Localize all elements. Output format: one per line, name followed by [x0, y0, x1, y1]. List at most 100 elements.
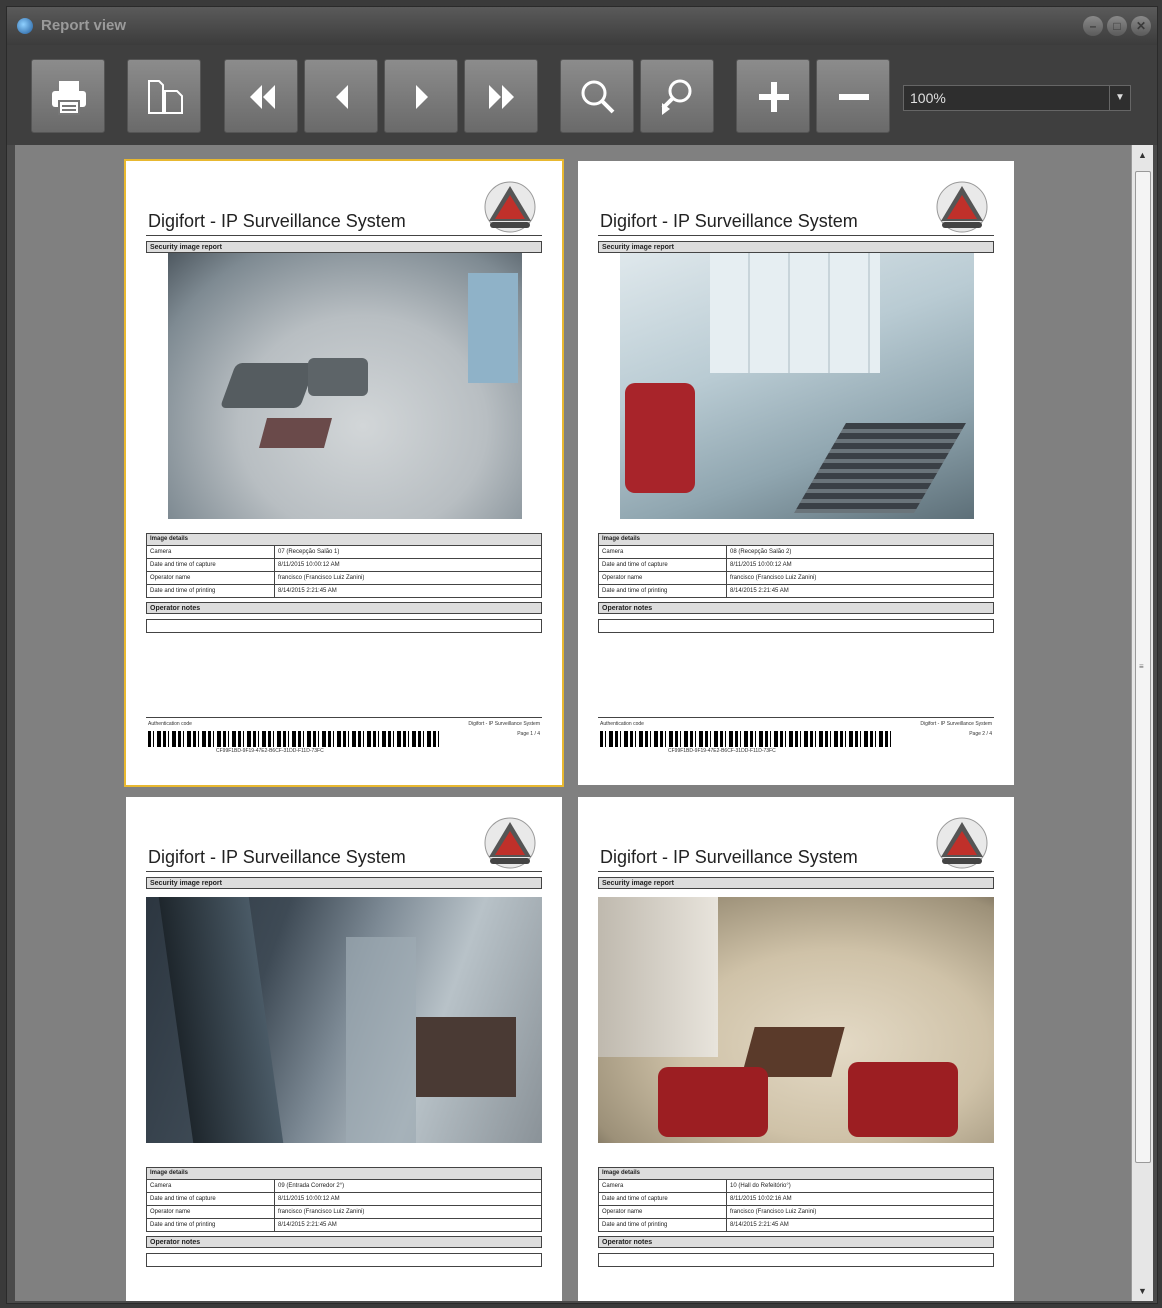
footer-divider [146, 717, 542, 718]
operator-label: Operator name [147, 1206, 275, 1218]
operator-notes-box [598, 1253, 994, 1267]
page-number: Page 2 / 4 [969, 731, 992, 737]
chevron-down-icon[interactable]: ▼ [1109, 86, 1130, 110]
operator-label: Operator name [599, 572, 727, 584]
camera-value: 07 (Recepção Salão 1) [278, 549, 340, 555]
scroll-down-arrow-icon[interactable]: ▼ [1132, 1281, 1153, 1301]
close-button[interactable]: ✕ [1131, 16, 1151, 36]
footer-auth-label: Authentication code [148, 721, 192, 727]
camera-label: Camera [599, 546, 727, 558]
barcode-text: CF99F1BD-9F19-47E2-B6CF-31DD-F11D-73FC [668, 748, 776, 754]
grip-icon: ≡ [1139, 662, 1144, 671]
report-page[interactable]: Digifort - IP Surveillance System Securi… [124, 159, 564, 787]
capture-label: Date and time of capture [147, 1193, 275, 1205]
report-preview-area[interactable]: Digifort - IP Surveillance System Securi… [15, 145, 1131, 1301]
section-title: Security image report [146, 877, 542, 889]
next-page-icon [416, 85, 428, 109]
printer-icon [52, 81, 86, 115]
previous-page-icon [336, 85, 348, 109]
magnifier-next-icon [661, 79, 692, 115]
plus-icon [759, 82, 789, 112]
printing-label: Date and time of printing [599, 1219, 727, 1231]
camera-value: 08 (Recepção Salão 2) [730, 549, 792, 555]
last-page-button[interactable] [464, 59, 538, 133]
printing-label: Date and time of printing [147, 1219, 275, 1231]
report-page[interactable]: Digifort - IP Surveillance System Securi… [126, 797, 562, 1301]
camera-image [146, 897, 542, 1143]
capture-label: Date and time of capture [599, 559, 727, 571]
maximize-button[interactable]: □ [1107, 16, 1127, 36]
barcode [600, 731, 894, 747]
camera-value: 10 (Hall do Refeitório°) [730, 1183, 791, 1189]
capture-label: Date and time of capture [147, 559, 275, 571]
vertical-scrollbar[interactable]: ▲ ≡ ▼ [1131, 145, 1153, 1301]
zoom-out-button[interactable] [816, 59, 890, 133]
operator-notes-box [146, 1253, 542, 1267]
printing-value: 8/14/2015 2:21:45 AM [730, 1222, 789, 1228]
capture-value: 8/11/2015 10:02:16 AM [730, 1196, 792, 1202]
operator-notes-title: Operator notes [598, 1236, 994, 1248]
digifort-logo-icon [484, 817, 536, 869]
details-heading: Image details [147, 1168, 541, 1180]
image-details-table: Image details Camera 10 (Hall do Refeitór… [598, 1167, 994, 1232]
printing-value: 8/14/2015 2:21:45 AM [730, 588, 789, 594]
footer-auth-label: Authentication code [600, 721, 644, 727]
title-divider [598, 871, 994, 872]
operator-value: francisco (Francisco Luiz Zanini) [278, 1209, 365, 1215]
section-title: Security image report [598, 877, 994, 889]
last-page-icon [489, 85, 514, 109]
digifort-logo-icon [936, 817, 988, 869]
footer-system-name: Digifort - IP Surveillance System [920, 721, 992, 727]
capture-label: Date and time of capture [599, 1193, 727, 1205]
report-page[interactable]: Digifort - IP Surveillance System Securi… [578, 797, 1014, 1301]
report-title: Digifort - IP Surveillance System [600, 847, 858, 867]
page-setup-button[interactable] [127, 59, 201, 133]
operator-notes-box [146, 619, 542, 633]
zoom-in-button[interactable] [736, 59, 810, 133]
title-divider [598, 235, 994, 236]
report-title: Digifort - IP Surveillance System [600, 211, 858, 231]
app-icon [17, 18, 33, 34]
capture-value: 8/11/2015 10:00:12 AM [278, 1196, 340, 1202]
camera-label: Camera [147, 546, 275, 558]
report-title: Digifort - IP Surveillance System [148, 211, 406, 231]
image-details-table: Image details Camera 08 (Recepção Salão 2… [598, 533, 994, 598]
operator-value: francisco (Francisco Luiz Zanini) [730, 575, 817, 581]
toolbar: 100% ▼ [7, 45, 1157, 145]
operator-notes-title: Operator notes [146, 602, 542, 614]
title-bar[interactable]: Report view – □ ✕ [7, 7, 1157, 45]
scroll-up-arrow-icon[interactable]: ▲ [1132, 145, 1153, 165]
section-title: Security image report [146, 241, 542, 253]
camera-image [168, 253, 522, 519]
footer-divider [598, 717, 994, 718]
operator-notes-box [598, 619, 994, 633]
digifort-logo-icon [936, 181, 988, 233]
printing-label: Date and time of printing [147, 585, 275, 597]
barcode [148, 731, 442, 747]
camera-label: Camera [599, 1180, 727, 1192]
page-setup-icon [148, 80, 183, 114]
zoom-value: 100% [910, 90, 946, 106]
report-view-window: Report view – □ ✕ 100% ▼ Digifort - IP S… [6, 6, 1158, 1304]
footer-system-name: Digifort - IP Surveillance System [468, 721, 540, 727]
find-button[interactable] [560, 59, 634, 133]
camera-image [598, 897, 994, 1143]
previous-page-button[interactable] [304, 59, 378, 133]
minimize-button[interactable]: – [1083, 16, 1103, 36]
print-button[interactable] [31, 59, 105, 133]
operator-label: Operator name [599, 1206, 727, 1218]
minus-icon [839, 94, 869, 100]
operator-value: francisco (Francisco Luiz Zanini) [278, 575, 365, 581]
digifort-logo-icon [484, 181, 536, 233]
find-next-button[interactable] [640, 59, 714, 133]
first-page-icon [250, 85, 275, 109]
title-divider [146, 235, 542, 236]
report-page[interactable]: Digifort - IP Surveillance System Securi… [578, 161, 1014, 785]
zoom-select[interactable]: 100% ▼ [903, 85, 1131, 111]
scrollbar-thumb[interactable]: ≡ [1135, 171, 1151, 1163]
first-page-button[interactable] [224, 59, 298, 133]
title-divider [146, 871, 542, 872]
next-page-button[interactable] [384, 59, 458, 133]
operator-notes-title: Operator notes [146, 1236, 542, 1248]
window-title: Report view [41, 17, 127, 34]
